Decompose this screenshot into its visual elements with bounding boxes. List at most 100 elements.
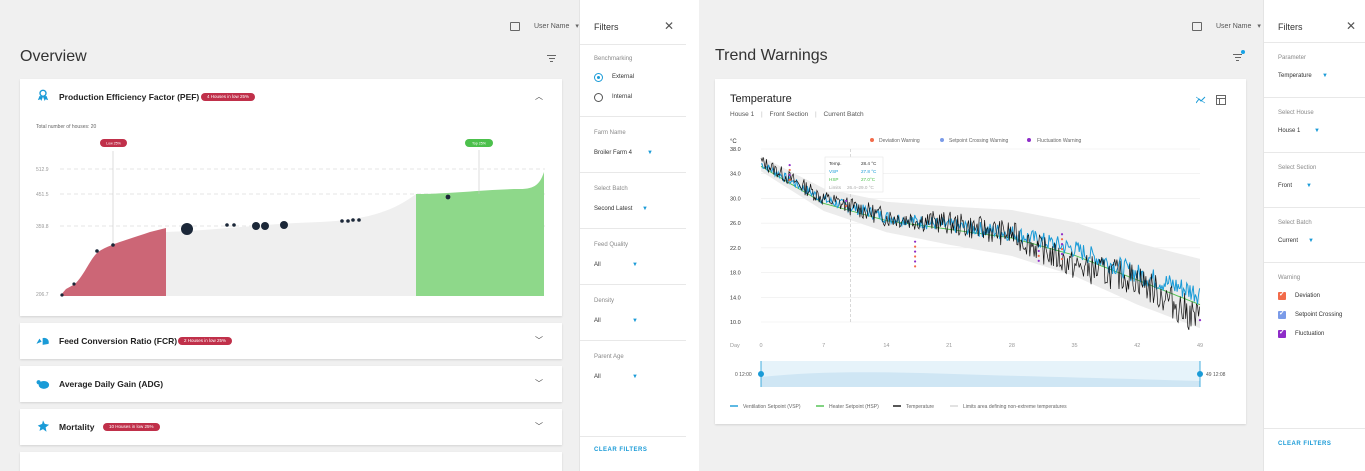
- house-point[interactable]: [225, 223, 229, 227]
- y-tick: 22.0: [730, 246, 741, 252]
- close-icon[interactable]: ✕: [664, 19, 674, 33]
- breadcrumb-item[interactable]: Current Batch: [824, 111, 864, 118]
- expand-chevron-icon[interactable]: ﹀: [535, 335, 543, 346]
- filter-active-badge: [1241, 50, 1245, 54]
- house-point[interactable]: [111, 243, 115, 247]
- house-label: Select House: [1278, 110, 1314, 116]
- chevron-down-icon[interactable]: ▼: [632, 374, 638, 380]
- y-tick: 451.5: [36, 192, 49, 198]
- section-select[interactable]: Front: [1278, 183, 1292, 189]
- parent-age-select[interactable]: All: [594, 374, 601, 380]
- tooltip-label: Temp.: [829, 161, 842, 166]
- batch-label: Select Batch: [594, 186, 628, 192]
- house-point[interactable]: [60, 293, 64, 297]
- chevron-down-icon[interactable]: ▼: [632, 262, 638, 268]
- tooltip-value: 27.0°C: [861, 177, 876, 182]
- deviation-checkbox[interactable]: [1278, 290, 1286, 300]
- breadcrumb-item[interactable]: House 1: [730, 111, 754, 118]
- farm-select[interactable]: Broiler Farm 4: [594, 150, 632, 156]
- close-icon[interactable]: ✕: [1346, 19, 1356, 33]
- fluctuation-checkbox-label[interactable]: Fluctuation: [1295, 331, 1324, 337]
- chevron-down-icon[interactable]: ▼: [1314, 128, 1320, 134]
- expand-chevron-icon[interactable]: ﹀: [535, 421, 543, 432]
- range-end-handle[interactable]: [1197, 371, 1203, 377]
- expand-chevron-icon[interactable]: ﹀: [535, 378, 543, 389]
- density-select[interactable]: All: [594, 318, 601, 324]
- radio-external[interactable]: [594, 73, 603, 82]
- user-name[interactable]: User Name: [1216, 23, 1251, 30]
- mortality-card[interactable]: Mortality 10 Houses in low 25% ﹀: [20, 409, 562, 445]
- fluctuation-checkbox[interactable]: [1278, 328, 1286, 338]
- clear-section: CLEAR FILTERS: [1264, 428, 1365, 471]
- batch-select[interactable]: Current: [1278, 238, 1298, 244]
- clear-section: CLEAR FILTERS: [580, 436, 686, 471]
- house-point[interactable]: [261, 222, 269, 230]
- chevron-down-icon[interactable]: ▼: [1306, 183, 1312, 189]
- house-point[interactable]: [280, 221, 288, 229]
- radio-internal-label[interactable]: Internal: [612, 94, 632, 100]
- house-select[interactable]: House 1: [1278, 128, 1300, 134]
- table-view-icon[interactable]: [1216, 95, 1226, 105]
- setpoint-legend-dot: [940, 138, 944, 142]
- radio-internal[interactable]: [594, 93, 603, 102]
- collapse-chevron-icon[interactable]: ︿: [535, 91, 543, 102]
- warning-marker: [1037, 254, 1040, 257]
- house-point[interactable]: [340, 219, 344, 223]
- adg-card[interactable]: Average Daily Gain (ADG) ﹀: [20, 366, 562, 402]
- clear-filters-button[interactable]: CLEAR FILTERS: [1278, 441, 1331, 447]
- farm-section: Farm Name Broiler Farm 4 ▼: [580, 116, 686, 172]
- legend-label: Limits area defining non-extreme tempera…: [963, 404, 1067, 410]
- fcr-status-badge: 2 Houses in low 25%: [178, 337, 233, 345]
- x-tick: 7: [822, 343, 825, 349]
- warning-marker: [913, 245, 917, 248]
- house-point[interactable]: [232, 223, 236, 227]
- setpoint-crossing-checkbox-label[interactable]: Setpoint Crossing: [1295, 312, 1342, 318]
- batch-select[interactable]: Second Latest: [594, 206, 632, 212]
- house-point[interactable]: [351, 218, 355, 222]
- chevron-down-icon[interactable]: ▼: [647, 150, 653, 156]
- radio-external-label[interactable]: External: [612, 74, 634, 80]
- trend-toggle-icon[interactable]: [1196, 96, 1206, 104]
- house-point[interactable]: [181, 223, 193, 235]
- tooltip-label: HSP: [829, 177, 838, 182]
- house-point[interactable]: [252, 222, 260, 230]
- house-point[interactable]: [72, 282, 76, 286]
- fcr-card[interactable]: Feed Conversion Ratio (FCR) 2 Houses in …: [20, 323, 562, 359]
- message-icon[interactable]: [1192, 21, 1202, 31]
- deviation-legend-dot: [870, 138, 874, 142]
- filter-icon[interactable]: [547, 55, 556, 64]
- y-tick: 34.0: [730, 172, 741, 178]
- house-point[interactable]: [346, 219, 350, 223]
- density-label: Density: [594, 298, 615, 304]
- setpoint-crossing-checkbox[interactable]: [1278, 309, 1286, 319]
- filter-icon[interactable]: [1233, 54, 1242, 63]
- feed-select[interactable]: All: [594, 262, 601, 268]
- breadcrumb: House 1 | Front Section | Current Batch: [730, 111, 864, 118]
- chevron-down-icon[interactable]: ▼: [1322, 73, 1328, 79]
- deviation-checkbox-label[interactable]: Deviation: [1295, 293, 1320, 299]
- chevron-down-icon[interactable]: ▼: [1308, 238, 1314, 244]
- clear-filters-button[interactable]: CLEAR FILTERS: [594, 447, 647, 453]
- house-point[interactable]: [95, 249, 99, 253]
- range-start-handle[interactable]: [758, 371, 764, 377]
- user-name[interactable]: User Name: [534, 23, 569, 30]
- parameter-section: Parameter Temperature ▼: [1264, 42, 1365, 97]
- chevron-down-icon[interactable]: ▼: [632, 318, 638, 324]
- breadcrumb-item[interactable]: Front Section: [770, 111, 809, 118]
- parameter-select[interactable]: Temperature: [1278, 73, 1312, 79]
- chevron-down-icon[interactable]: ▾: [1257, 22, 1261, 30]
- warning-marker: [1060, 243, 1064, 246]
- range-slider[interactable]: 0 12:00 49 12:08: [735, 361, 1226, 387]
- fluctuation-legend-dot: [1027, 138, 1031, 142]
- ribbon-icon: [37, 89, 49, 101]
- chevron-down-icon[interactable]: ▼: [642, 206, 648, 212]
- legend-label: Setpoint Crossing Warning: [949, 138, 1009, 144]
- house-point[interactable]: [357, 218, 361, 222]
- warning-marker: [913, 265, 917, 268]
- warning-marker: [1060, 252, 1064, 256]
- house-point[interactable]: [445, 194, 451, 200]
- top-bar: User Name ▾: [510, 14, 579, 38]
- message-icon[interactable]: [510, 21, 520, 31]
- section-section: Select Section Front ▼: [1264, 152, 1365, 207]
- legend-top: Deviation Warning Setpoint Crossing Warn…: [870, 138, 1081, 144]
